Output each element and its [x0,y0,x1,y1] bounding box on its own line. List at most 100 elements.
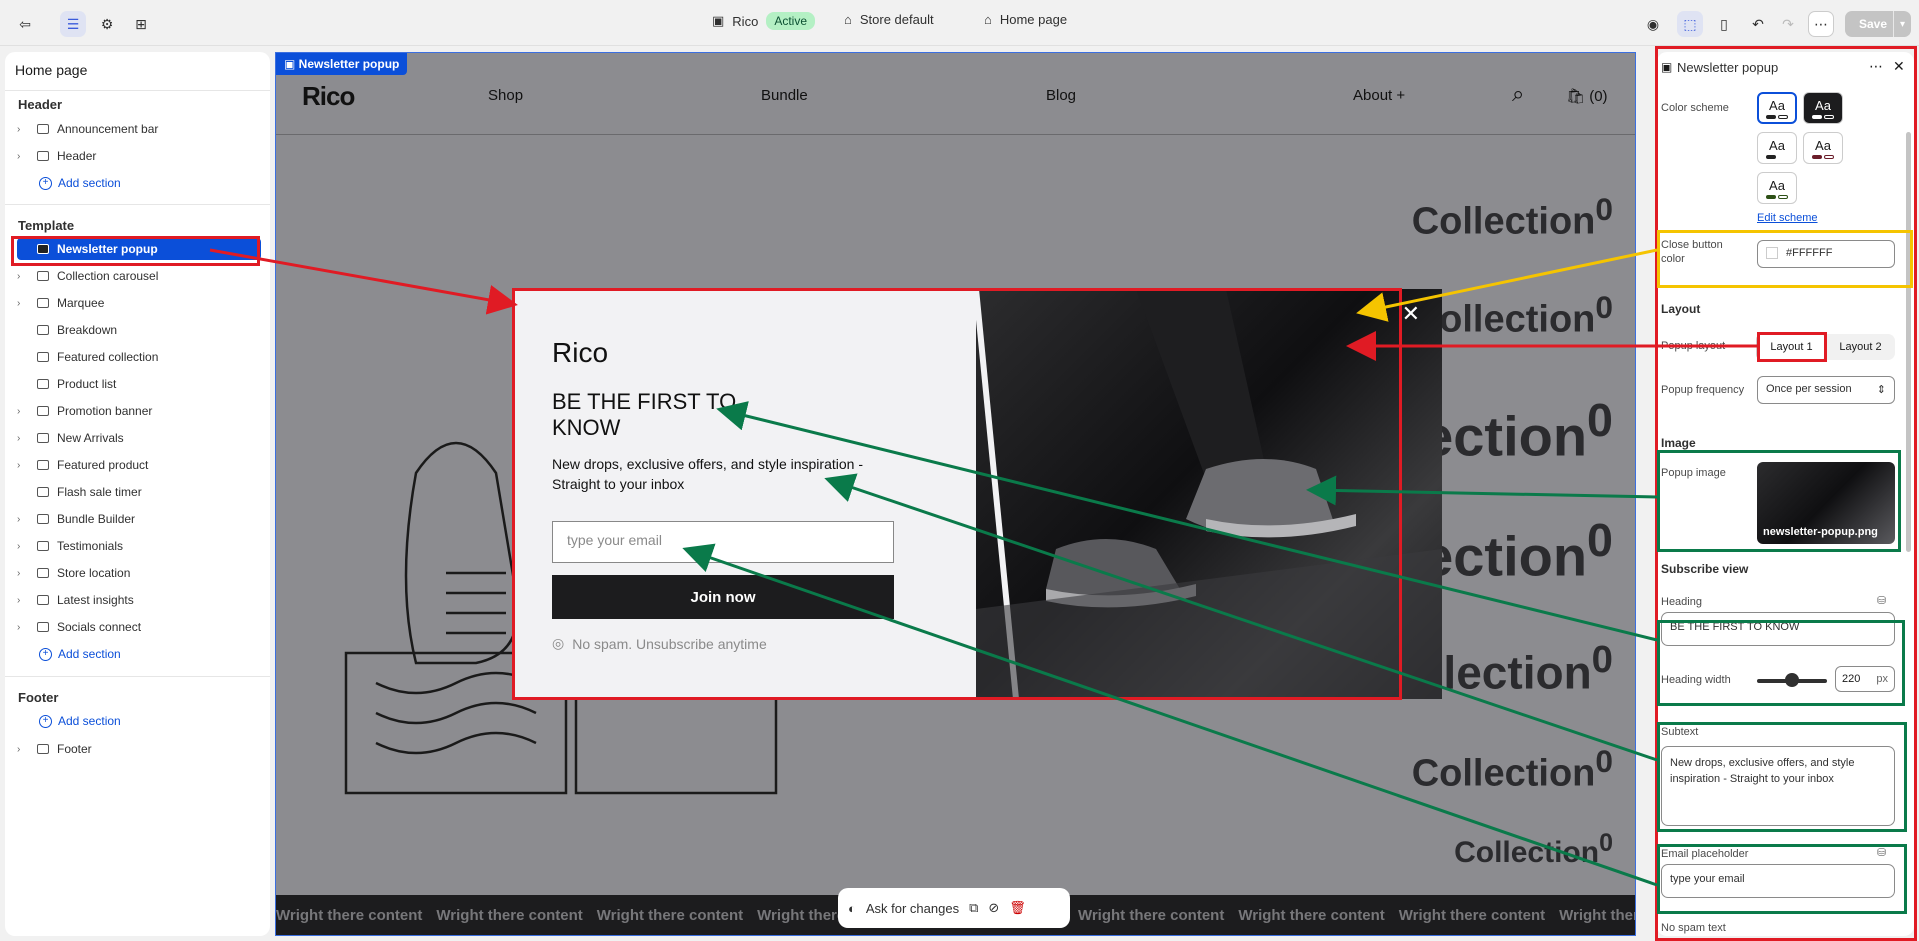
email-placeholder-input[interactable]: type your email [1661,864,1895,898]
add-section-button[interactable]: + Add section [39,176,121,190]
add-section-button[interactable]: + Add section [39,647,121,661]
sidebar-item-new-arrivals[interactable]: › New Arrivals [17,427,261,449]
color-scheme-3[interactable]: Aa [1757,132,1797,164]
duplicate-icon[interactable]: ⧉ [969,900,978,916]
sidebar-item-header[interactable]: › Header [17,145,261,167]
page-selector[interactable]: ⌂ Home page [984,12,1067,27]
collection-sup: 0 [1595,743,1613,779]
mobile-view-icon[interactable]: ▯ [1711,11,1737,37]
gear-icon[interactable]: ⚙ [94,11,120,37]
close-icon[interactable]: ✕ [1402,301,1420,327]
more-icon[interactable]: ⋯ [1869,58,1883,75]
redo-icon[interactable]: ↷ [1775,11,1801,37]
dynamic-source-icon[interactable]: ⛁ [1877,594,1886,607]
chevron-right-icon[interactable]: › [17,124,31,135]
store-logo[interactable]: Rico [302,81,355,112]
chevron-right-icon[interactable]: › [17,744,31,755]
color-scheme-5[interactable]: Aa [1757,172,1797,204]
chevron-right-icon[interactable]: › [17,460,31,471]
store-selector[interactable]: ▣ Rico Active [712,12,815,30]
apps-icon[interactable]: ⊞ [128,11,154,37]
heading-width-input[interactable]: 220 px [1835,666,1895,692]
hide-icon[interactable]: ⊘ [988,900,999,916]
chevron-right-icon[interactable]: › [17,568,31,579]
heading-input[interactable]: BE THE FIRST TO KNOW [1661,612,1895,646]
sidebar-item-flash-sale-timer[interactable]: Flash sale timer [17,481,261,503]
sidebar-item-promotion-banner[interactable]: › Promotion banner [17,400,261,422]
close-button-color-input[interactable]: #FFFFFF [1757,240,1895,268]
search-icon[interactable]: ⌕ [1512,81,1524,107]
more-icon[interactable]: ⋯ [1808,11,1834,37]
sections-icon[interactable]: ☰ [60,11,86,37]
chevron-right-icon[interactable]: › [17,151,31,162]
plus-icon: + [39,176,52,190]
sidebar-item-label: Product list [57,377,117,391]
sidebar-item-latest-insights[interactable]: › Latest insights [17,589,261,611]
cart-icon[interactable]: 🛍 (0) [1566,87,1608,105]
marquee-text: Wright there content [596,906,744,924]
sidebar-item-testimonials[interactable]: › Testimonials [17,535,261,557]
email-input[interactable]: type your email [552,521,894,563]
chevron-right-icon[interactable]: › [17,271,31,282]
chevron-right-icon[interactable]: › [17,595,31,606]
nav-link-bundle[interactable]: Bundle [761,87,808,104]
ask-for-changes-bar[interactable]: ◐ Ask for changes ⧉ ⊘ 🗑 [838,888,1070,928]
chevron-right-icon[interactable]: › [17,622,31,633]
heading-width-label: Heading width [1661,674,1731,686]
color-scheme-1[interactable]: Aa [1757,92,1797,124]
sidebar-item-featured-collection[interactable]: Featured collection [17,346,261,368]
chevron-right-icon[interactable]: › [17,433,31,444]
chevron-right-icon[interactable]: › [17,298,31,309]
collection-text: Collection [1411,752,1596,795]
sidebar-item-footer[interactable]: › Footer [17,738,261,760]
chevron-right-icon[interactable]: › [17,541,31,552]
sidebar-item-store-location[interactable]: › Store location [17,562,261,584]
chevron-right-icon[interactable]: › [17,406,31,417]
sidebar-item-featured-product[interactable]: › Featured product [17,454,261,476]
popup-heading: BE THE FIRST TO KNOW [552,389,737,440]
nav-link-blog[interactable]: Blog [1046,87,1076,104]
sidebar-item-product-list[interactable]: Product list [17,373,261,395]
close-icon[interactable]: ✕ [1893,58,1905,75]
join-now-button[interactable]: Join now [552,575,894,619]
divider [5,676,270,677]
edit-scheme-link[interactable]: Edit scheme [1757,212,1818,224]
theme-preview: ▣ Newsletter popup Rico Shop Bundle Blog… [275,52,1636,936]
exit-icon[interactable]: ⇦ [12,11,38,37]
marquee-text: Wright there content [276,906,423,924]
sidebar-item-socials-connect[interactable]: › Socials connect [17,616,261,638]
sidebar-item-collection-carousel[interactable]: › Collection carousel [17,265,261,287]
nav-link-about[interactable]: About + [1353,87,1405,104]
sidebar-item-newsletter-popup[interactable]: Newsletter popup [17,238,261,260]
sidebar-item-marquee[interactable]: › Marquee [17,292,261,314]
undo-icon[interactable]: ↶ [1745,11,1771,37]
marquee-text: Wright there content [1238,906,1385,924]
color-scheme-2[interactable]: Aa [1803,92,1843,124]
color-scheme-4[interactable]: Aa [1803,132,1843,164]
layout-1-option[interactable]: Layout 1 [1757,334,1826,360]
popup-image-label: Popup image [1661,467,1726,479]
nav-link-shop[interactable]: Shop [488,87,523,104]
dynamic-source-icon[interactable]: ⛁ [1877,846,1886,859]
select-icon[interactable]: ⬚ [1677,11,1703,37]
sidebar-item-announcement-bar[interactable]: › Announcement bar [17,118,261,140]
list-icon [37,541,49,551]
popup-image-picker[interactable]: newsletter-popup.png [1757,462,1895,544]
slider-handle[interactable] [1785,673,1799,687]
popup-frequency-select[interactable]: Once per session ⇕ [1757,376,1895,404]
store-default-selector[interactable]: ⌂ Store default [844,12,934,27]
chevron-right-icon[interactable]: › [17,514,31,525]
save-button[interactable]: Save ▾ [1845,11,1911,37]
add-section-button[interactable]: + Add section [39,714,121,728]
sidebar-item-bundle-builder[interactable]: › Bundle Builder [17,508,261,530]
scrollbar[interactable] [1906,132,1911,552]
trash-icon[interactable]: 🗑 [1009,900,1026,916]
inspect-icon[interactable]: ◉ [1640,11,1666,37]
thumbs-up-icon [37,622,49,632]
layout-2-option[interactable]: Layout 2 [1826,334,1895,360]
sidebar-item-breakdown[interactable]: Breakdown [17,319,261,341]
chevron-down-icon[interactable]: ▾ [1893,11,1911,37]
color-swatch[interactable] [1766,247,1778,260]
collection-text: Collection [1411,200,1596,243]
subtext-textarea[interactable]: New drops, exclusive offers, and style i… [1661,746,1895,826]
